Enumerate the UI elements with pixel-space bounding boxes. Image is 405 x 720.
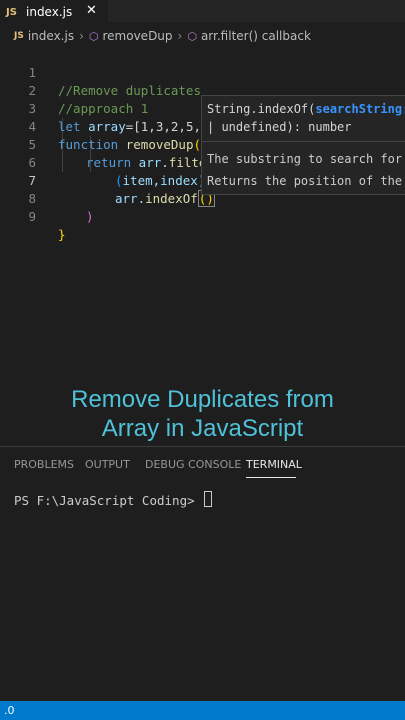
code-text: } [58, 227, 66, 242]
signature-param: searchString: string [315, 102, 405, 116]
tab-label: index.js [26, 5, 73, 19]
breadcrumb: JS index.js › ⬡ removeDup › ⬡ arr.filter… [0, 26, 405, 46]
tab-index-js[interactable]: JS index.js ✕ [0, 0, 108, 23]
code-text: ) [86, 209, 94, 224]
code-line: 1 //Remove duplicates [0, 46, 405, 98]
bottom-panel: PROBLEMS OUTPUT DEBUG CONSOLE TERMINAL P… [0, 446, 405, 702]
caption-line: Remove Duplicates from [71, 386, 334, 413]
breadcrumb-callback[interactable]: arr.filter() callback [201, 29, 311, 43]
javascript-file-icon: JS [14, 31, 24, 41]
caption-line: Array in JavaScript [101, 415, 304, 442]
terminal-cursor [204, 491, 213, 507]
active-tab-indicator [246, 477, 296, 478]
panel-tabs: PROBLEMS OUTPUT DEBUG CONSOLE TERMINAL [0, 447, 405, 481]
method-cube-icon: ⬡ [187, 29, 197, 43]
status-text[interactable]: .0 [4, 701, 15, 720]
line-number: 9 [28, 209, 36, 224]
breadcrumb-function[interactable]: removeDup [103, 29, 173, 43]
method-cube-icon: ⬡ [88, 29, 99, 43]
signature: String.indexOf(searchString: string | un… [207, 100, 405, 136]
doc-line: Returns the position of the first occurr… [207, 174, 403, 188]
terminal-prompt: PS F:\JavaScript Coding> [14, 493, 203, 508]
video-caption: Remove Duplicates from Array in JavaScri… [0, 385, 405, 443]
signature-prefix: String.indexOf( [207, 102, 316, 116]
hover-tooltip: String.indexOf(searchString: string | un… [201, 95, 405, 195]
terminal-output[interactable]: PS F:\JavaScript Coding> [14, 491, 213, 508]
editor-tab-bar: JS index.js ✕ [0, 0, 405, 23]
chevron-right-icon: › [177, 29, 183, 43]
status-bar: .0 [0, 701, 405, 720]
signature-return: | undefined): number [207, 120, 352, 134]
chevron-right-icon: › [79, 29, 84, 43]
tab-output[interactable]: OUTPUT [85, 458, 130, 471]
breadcrumb-file[interactable]: index.js [28, 29, 74, 43]
tab-terminal[interactable]: TERMINAL [246, 458, 302, 471]
doc-line: The substring to search for in the strin… [207, 152, 403, 166]
tab-debug-console[interactable]: DEBUG CONSOLE [145, 458, 241, 471]
tooltip-doc: The substring to search for in the strin… [207, 148, 405, 192]
close-icon[interactable]: ✕ [86, 3, 97, 18]
tooltip-divider [202, 141, 405, 142]
code-line: 2 //approach 1 [0, 64, 405, 116]
javascript-file-icon: JS [6, 6, 17, 18]
tab-problems[interactable]: PROBLEMS [14, 458, 74, 471]
